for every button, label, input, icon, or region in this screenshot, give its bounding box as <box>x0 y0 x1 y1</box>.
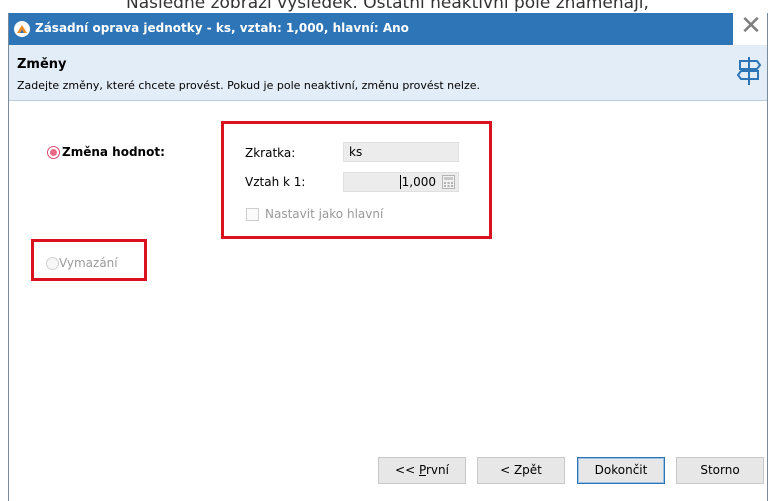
title-bar: Zásadní oprava jednotky - ks, vztah: 1,0… <box>9 13 767 45</box>
wizard-header: Změny Zadejte změny, které chcete provés… <box>9 45 767 101</box>
highlight-box-fields <box>221 121 492 239</box>
window-title: Zásadní oprava jednotky - ks, vztah: 1,0… <box>35 21 409 35</box>
page-description: Zadejte změny, které chcete provést. Pok… <box>17 79 481 92</box>
page-title: Změny <box>17 57 67 72</box>
cancel-button[interactable]: Storno <box>676 457 764 484</box>
signpost-icon <box>736 55 762 90</box>
change-values-radio[interactable] <box>47 146 60 159</box>
app-logo-icon <box>14 21 30 37</box>
change-values-label[interactable]: Změna hodnot: <box>62 145 165 159</box>
first-button[interactable]: << První <box>378 457 466 484</box>
back-button[interactable]: < Zpět <box>477 457 565 484</box>
finish-button[interactable]: Dokončit <box>577 457 665 484</box>
close-icon[interactable]: ✕ <box>733 13 767 45</box>
dialog-window: Zásadní oprava jednotky - ks, vztah: 1,0… <box>8 13 768 501</box>
highlight-box-delete <box>31 239 147 281</box>
background-caption: Následně zobrazí výsledek. Ostatní neakt… <box>126 0 649 13</box>
